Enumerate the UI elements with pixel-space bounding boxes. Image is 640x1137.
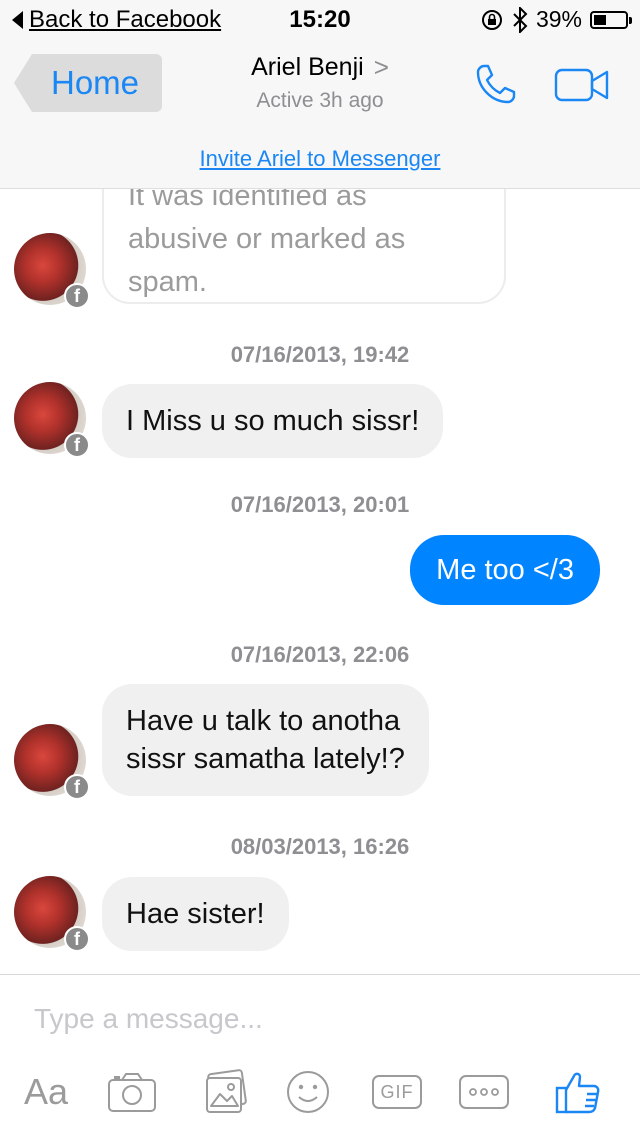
gif-label: GIF bbox=[372, 1075, 422, 1109]
emoji-icon[interactable] bbox=[284, 1065, 332, 1119]
message-line: sissr samatha lately!? bbox=[126, 743, 405, 775]
message-timestamp: 07/16/2013, 22:06 bbox=[230, 642, 410, 667]
phone-icon[interactable] bbox=[472, 60, 520, 108]
avatar[interactable]: f bbox=[14, 233, 90, 309]
facebook-badge-icon: f bbox=[64, 432, 90, 458]
video-call-icon[interactable] bbox=[554, 66, 610, 104]
avatar[interactable]: f bbox=[14, 876, 90, 952]
conversation-header: Home Ariel Benji > Active 3h ago bbox=[0, 40, 640, 131]
avatar[interactable]: f bbox=[14, 724, 90, 800]
message-timestamp: 07/16/2013, 19:42 bbox=[230, 342, 410, 367]
back-to-facebook-label: Back to Facebook bbox=[29, 6, 222, 33]
status-bar: Back to Facebook 15:20 39% bbox=[0, 0, 640, 40]
text-format-icon[interactable]: Aa bbox=[18, 1065, 74, 1119]
message-thread[interactable]: f It was identified as abusive or marked… bbox=[0, 189, 640, 974]
battery-icon bbox=[590, 10, 632, 29]
incoming-message[interactable]: Hae sister! bbox=[102, 877, 289, 951]
status-indicators: 39% bbox=[480, 6, 632, 33]
system-message-line: spam. bbox=[128, 266, 207, 298]
contact-name-row: Ariel Benji > bbox=[251, 52, 389, 83]
orientation-lock-icon bbox=[481, 9, 502, 30]
contact-name: Ariel Benji bbox=[251, 53, 364, 81]
system-message: It was identified as abusive or marked a… bbox=[102, 189, 506, 304]
photo-gallery-icon[interactable] bbox=[198, 1065, 254, 1119]
message-input[interactable] bbox=[34, 1003, 594, 1035]
message-line: Have u talk to anotha bbox=[126, 705, 401, 737]
incoming-message[interactable]: Have u talk to anotha sissr samatha late… bbox=[102, 684, 429, 796]
system-message-line: abusive or marked as bbox=[128, 223, 406, 255]
message-timestamp: 07/16/2013, 20:01 bbox=[230, 492, 410, 517]
back-to-facebook-link[interactable]: Back to Facebook bbox=[12, 6, 221, 34]
more-icon[interactable] bbox=[458, 1065, 510, 1119]
thumbs-up-icon[interactable] bbox=[552, 1065, 604, 1119]
composer-toolbar: Aa GIF bbox=[0, 1065, 640, 1119]
incoming-message[interactable]: I Miss u so much sissr! bbox=[102, 384, 444, 458]
gif-icon[interactable]: GIF bbox=[370, 1065, 424, 1119]
facebook-badge-icon: f bbox=[64, 926, 90, 952]
outgoing-message[interactable]: Me too </3 bbox=[410, 535, 600, 605]
battery-percent: 39% bbox=[535, 6, 582, 32]
back-arrow-icon bbox=[12, 11, 23, 29]
contact-info[interactable]: Ariel Benji > Active 3h ago bbox=[0, 52, 640, 113]
contact-status: Active 3h ago bbox=[256, 89, 384, 112]
avatar[interactable]: f bbox=[14, 382, 90, 458]
invite-banner: Invite Ariel to Messenger bbox=[0, 130, 640, 189]
bluetooth-icon bbox=[513, 6, 528, 33]
facebook-badge-icon: f bbox=[64, 283, 90, 309]
system-message-line: It was identified as bbox=[128, 189, 367, 212]
chevron-right-icon: > bbox=[373, 52, 389, 82]
facebook-badge-icon: f bbox=[64, 774, 90, 800]
invite-link[interactable]: Invite Ariel to Messenger bbox=[200, 146, 441, 172]
message-timestamp: 08/03/2013, 16:26 bbox=[230, 834, 410, 859]
message-composer: Aa GIF bbox=[0, 974, 640, 1137]
camera-icon[interactable] bbox=[104, 1065, 160, 1119]
